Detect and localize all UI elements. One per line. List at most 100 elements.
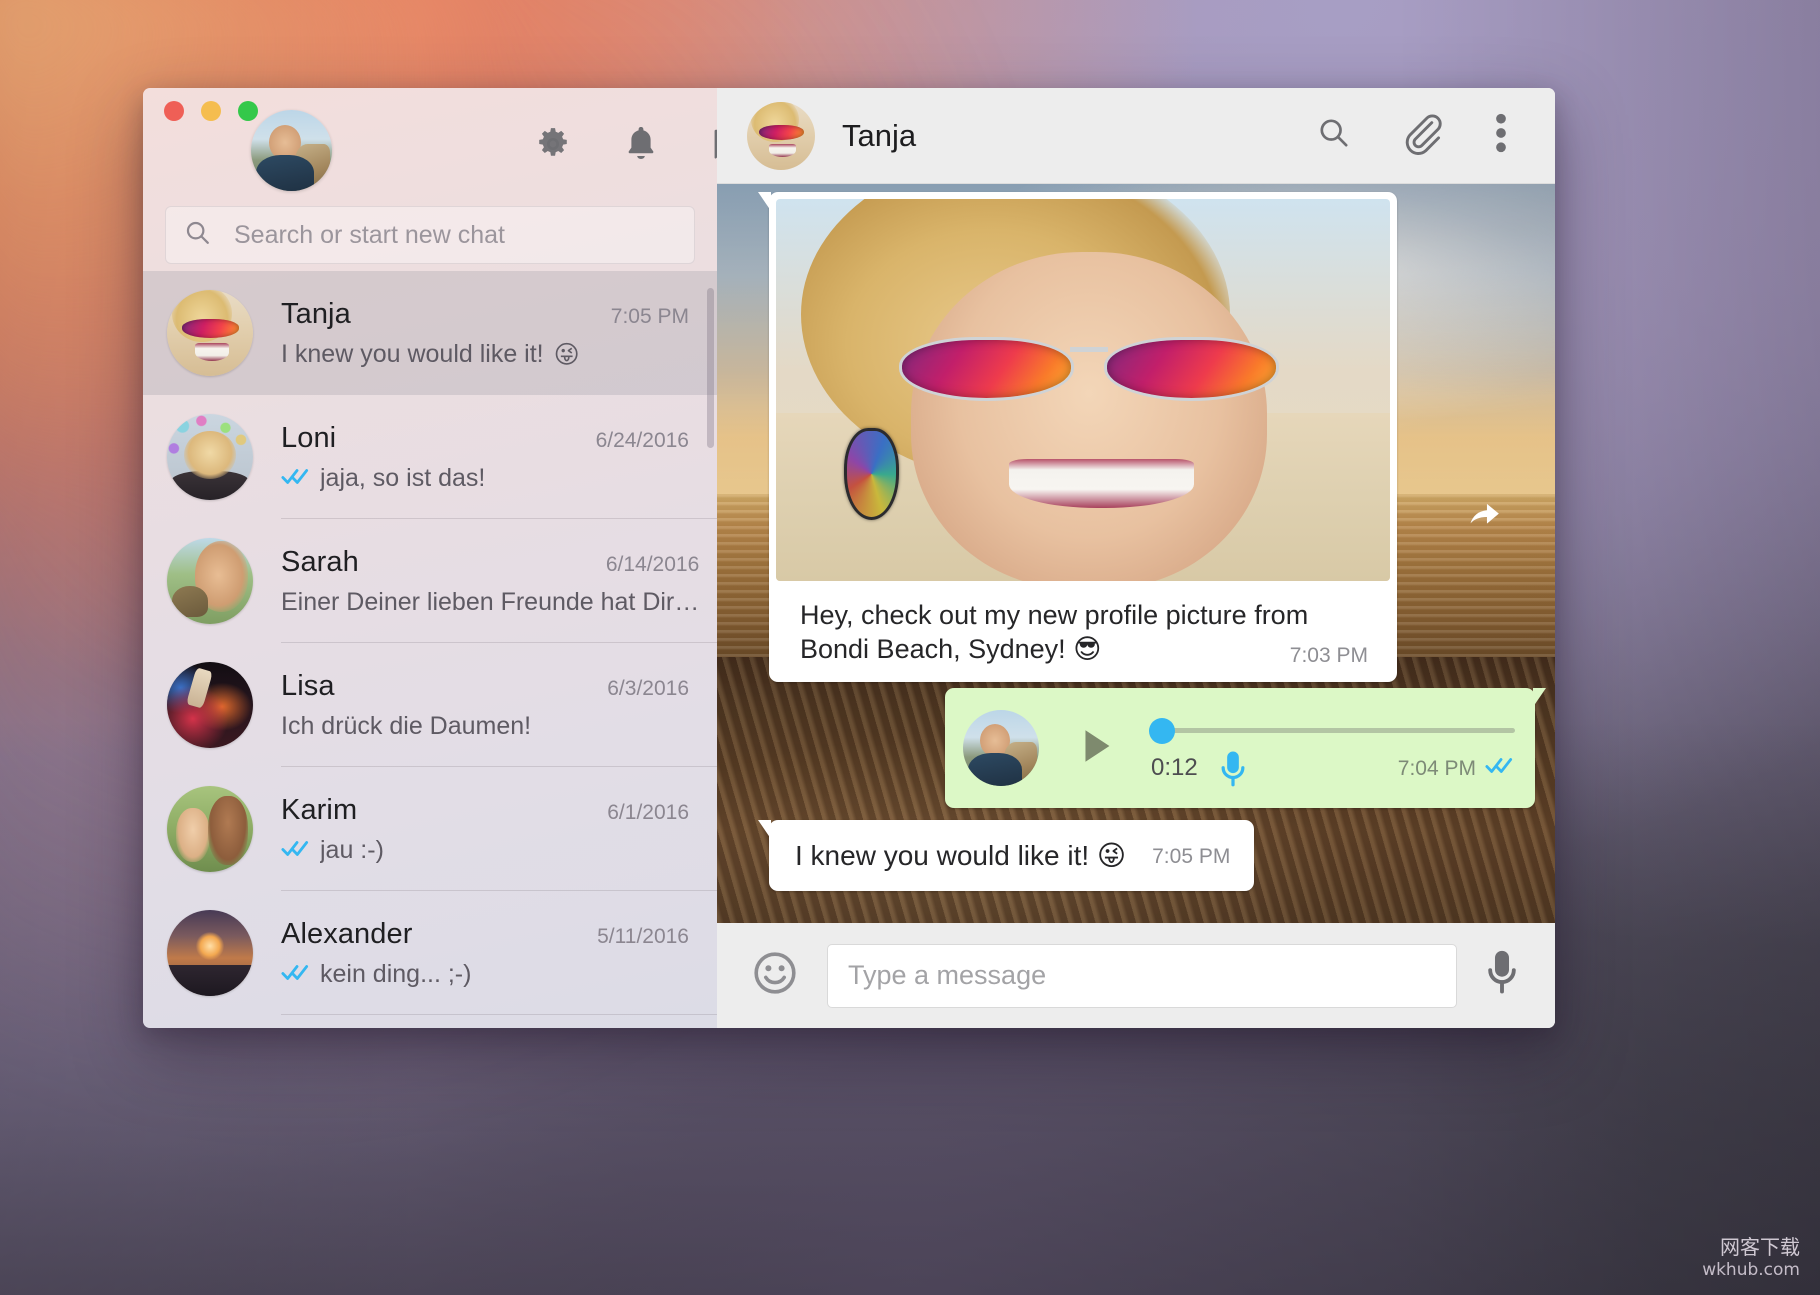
chat-list-item-lisa[interactable]: Lisa 6/3/2016 Ich drück die Daumen! <box>143 643 717 767</box>
chat-avatar-image <box>167 786 253 872</box>
chat-avatar <box>167 662 253 748</box>
chat-preview-text: I knew you would like it! <box>281 339 544 368</box>
photo-art-lens-left <box>898 336 1074 402</box>
message-photo[interactable]: Hey, check out my new profile picture fr… <box>769 192 1397 683</box>
search-icon <box>1320 119 1348 147</box>
chat-item-top: Lisa 6/3/2016 <box>281 670 689 703</box>
chat-avatar <box>167 910 253 996</box>
chat-item-top: Tanja 7:05 PM <box>281 298 689 331</box>
notifications-button[interactable] <box>623 124 659 164</box>
voice-play-button[interactable] <box>1073 723 1119 774</box>
chat-timestamp: 5/11/2016 <box>597 924 689 948</box>
forward-button[interactable] <box>1455 484 1517 546</box>
search-box[interactable] <box>165 206 695 264</box>
chat-preview: Ich drück die Daumen! <box>281 712 689 741</box>
chat-contact-name: Karim <box>281 793 358 826</box>
read-receipt-icon <box>281 836 311 865</box>
attach-button[interactable] <box>1401 111 1445 160</box>
voice-progress-track[interactable] <box>1149 728 1515 733</box>
photo-art-earring <box>843 428 899 520</box>
chat-avatar-image <box>167 910 253 996</box>
sidebar-scrollbar[interactable] <box>707 288 714 448</box>
settings-button[interactable] <box>534 125 572 163</box>
watermark-line-1: 网客下载 <box>1720 1234 1800 1259</box>
chat-preview: Einer Deiner lieben Freunde hat Dir… <box>281 588 699 617</box>
paperclip-icon <box>1405 114 1442 155</box>
caption-emoji: 😎 <box>1073 634 1102 666</box>
search-input[interactable] <box>234 220 676 250</box>
avatar-art-mouth <box>768 143 796 158</box>
chat-preview: kein ding... ;-) <box>281 960 689 989</box>
chat-item-body: Loni 6/24/2016 jaja, so ist das! <box>281 395 717 519</box>
photo-art-face <box>911 252 1268 581</box>
chat-item-body: Lisa 6/3/2016 Ich drück die Daumen! <box>281 643 717 767</box>
voice-sender-avatar <box>963 710 1039 786</box>
voice-avatar-image <box>963 710 1039 786</box>
text-emoji: 😜 <box>1096 839 1127 872</box>
chat-list[interactable]: Tanja 7:05 PM I knew you would like it! 😜 Lo… <box>143 271 717 1028</box>
chat-item-top: Karim 6/1/2016 <box>281 794 689 827</box>
chat-avatar <box>167 786 253 872</box>
chat-avatar-image <box>167 538 253 624</box>
chat-avatar <box>167 290 253 376</box>
conversation-area: Hey, check out my new profile picture fr… <box>717 184 1555 923</box>
close-button[interactable] <box>164 101 184 121</box>
message-timestamp: 7:05 PM <box>1152 845 1231 868</box>
watermark-line-2: wkhub.com <box>1702 1259 1800 1280</box>
chat-list-item-alexander[interactable]: Alexander 5/11/2016 kein ding... ;-) <box>143 891 717 1015</box>
chat-contact-name: Lisa <box>281 669 335 702</box>
message-text[interactable]: I knew you would like it! 😜 7:05 PM <box>769 820 1255 891</box>
chat-contact-name: Loni <box>281 421 337 454</box>
avatar-art-rock <box>1004 741 1038 785</box>
chat-preview: jaja, so ist das! <box>281 464 689 493</box>
play-icon <box>1085 729 1110 762</box>
sidebar-header <box>143 88 810 271</box>
chat-item-top: Sarah 6/14/2016 <box>281 546 699 579</box>
voice-record-button[interactable] <box>1485 949 1519 1002</box>
photo-art-lens-right <box>1104 336 1280 402</box>
message-composer <box>717 923 1555 1028</box>
message-timestamp: 7:04 PM <box>1397 756 1476 780</box>
chat-list-item-karim[interactable]: Karim 6/1/2016 jau :-) <box>143 767 717 891</box>
chat-item-body: Alexander 5/11/2016 kein ding... ;-) <box>281 891 717 1015</box>
watermark: 网客下载 wkhub.com <box>1702 1235 1800 1281</box>
chat-contact-name: Sarah <box>281 545 359 578</box>
avatar-art-mouth <box>194 343 229 361</box>
voice-progress-handle[interactable] <box>1149 718 1175 744</box>
voice-progress-area[interactable]: 0:12 7:04 PM <box>1149 710 1515 786</box>
message-voice[interactable]: 0:12 7:04 PM <box>945 688 1535 808</box>
message-photo-image[interactable] <box>776 199 1390 581</box>
chat-avatar <box>167 538 253 624</box>
chat-contact-name: Tanja <box>281 297 351 330</box>
sidebar: Tanja 7:05 PM I knew you would like it! 😜 Lo… <box>143 88 810 1028</box>
contact-avatar-image <box>747 101 815 170</box>
search-icon <box>184 219 212 252</box>
emoji-button[interactable] <box>751 949 799 1002</box>
chat-avatar-image <box>167 414 253 500</box>
contact-avatar[interactable] <box>747 101 815 170</box>
smiley-icon <box>754 952 796 994</box>
message-list: Hey, check out my new profile picture fr… <box>717 184 1555 923</box>
gear-icon <box>539 128 567 156</box>
message-photo-caption: Hey, check out my new profile picture fr… <box>776 581 1390 682</box>
chat-list-item-tanja[interactable]: Tanja 7:05 PM I knew you would like it! 😜 <box>143 271 717 395</box>
chat-list-item-loni[interactable]: Loni 6/24/2016 jaja, so ist das! <box>143 395 717 519</box>
user-avatar[interactable] <box>251 110 332 191</box>
voice-meta: 7:04 PM <box>1398 756 1515 781</box>
avatar-art-coat <box>170 470 250 500</box>
photo-art-smile <box>1009 458 1194 509</box>
minimize-button[interactable] <box>201 101 221 121</box>
chat-timestamp: 6/3/2016 <box>607 676 689 700</box>
search-container <box>165 206 695 264</box>
overflow-menu-icon <box>1496 113 1506 153</box>
chat-list-item-sarah[interactable]: Sarah 6/14/2016 Einer Deiner lieben Freund… <box>143 519 717 643</box>
message-text-content: I knew you would like it! 😜 <box>795 839 1126 872</box>
chat-search-button[interactable] <box>1317 116 1351 155</box>
text-body: I knew you would like it! <box>795 840 1090 871</box>
message-input-wrapper[interactable] <box>827 943 1457 1008</box>
chat-avatar-image <box>167 662 253 748</box>
chat-timestamp: 6/14/2016 <box>605 552 700 576</box>
chat-menu-button[interactable] <box>1495 113 1507 158</box>
chat-preview-text: kein ding... ;-) <box>320 959 472 988</box>
message-input[interactable] <box>848 960 1436 991</box>
